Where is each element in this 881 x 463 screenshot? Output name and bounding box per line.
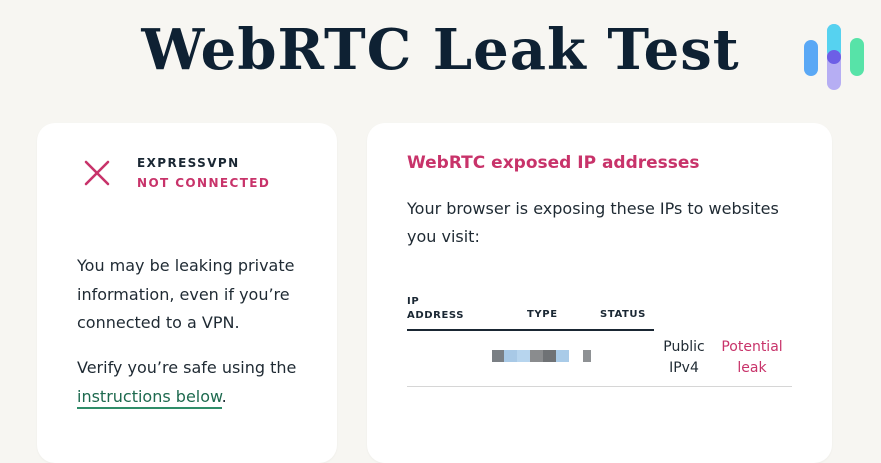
exposed-ips-heading: WebRTC exposed IP addresses [407,153,700,173]
column-header-type: TYPE [527,309,558,320]
ip-status-cell: Potential leak [721,339,783,376]
vpn-status-card: EXPRESSVPN NOT CONNECTED You may be leak… [37,123,337,463]
column-header-ip-address: IP ADDRESS [407,296,465,321]
column-header-status: STATUS [600,309,646,320]
ip-address-redacted [492,350,591,362]
table-row-divider [407,386,792,387]
vpn-connection-status: NOT CONNECTED [137,176,271,190]
exposed-ips-description: Your browser is exposing these IPs to we… [407,199,779,246]
ip-type-cell: Public IPv4 [663,339,705,376]
table-header-divider [407,329,654,331]
page-title: WebRTC Leak Test [141,17,740,83]
x-mark-icon [84,160,110,186]
instructions-link[interactable]: instructions below [77,386,222,409]
vpn-name: EXPRESSVPN [137,156,240,170]
verify-text-suffix: . [221,386,227,406]
verify-text-prefix: Verify you’re safe using the [77,358,297,377]
exposed-ips-card: WebRTC exposed IP addresses Your browser… [367,123,832,463]
verify-text: Verify you’re safe using the instruction… [77,354,317,411]
brand-logo-icon [804,24,864,90]
leak-warning-text: You may be leaking private information, … [77,256,295,332]
